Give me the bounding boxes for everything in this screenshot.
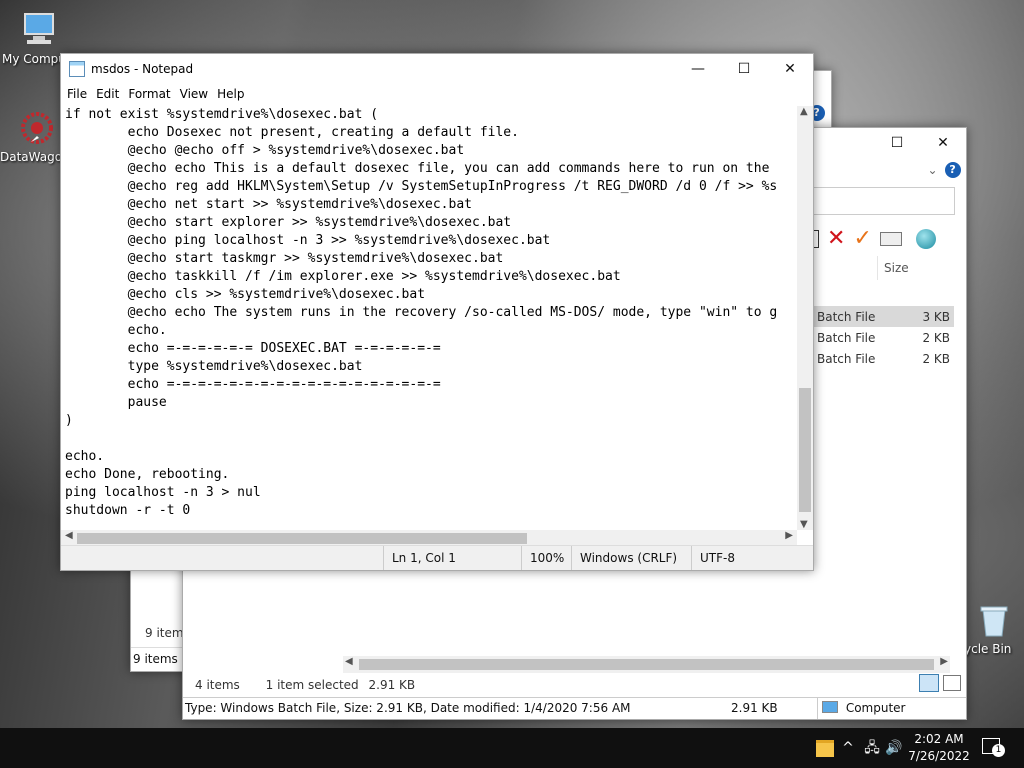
delete-icon[interactable]: ✕	[827, 228, 845, 250]
file-type: Batch File	[817, 330, 876, 345]
maximize-button[interactable]: ☐	[874, 128, 920, 158]
datawagon-icon	[17, 108, 57, 148]
file-size: 2 KB	[922, 330, 950, 345]
close-icon: ✕	[937, 135, 949, 151]
minimize-button[interactable]: —	[675, 54, 721, 84]
chevron-up-icon[interactable]: ^	[838, 738, 858, 758]
minimize-icon: —	[691, 61, 705, 77]
column-header-size[interactable]: Size	[877, 256, 966, 280]
notification-center-button[interactable]: 1	[982, 738, 1005, 758]
network-icon[interactable]: 🖧	[862, 738, 882, 758]
details-location: Computer	[817, 698, 905, 719]
recycle-bin-icon	[973, 600, 1013, 640]
close-icon: ✕	[784, 61, 796, 77]
menu-help[interactable]: Help	[215, 87, 251, 101]
menu-bar: File Edit Format View Help	[61, 84, 813, 104]
editor-content[interactable]: if not exist %systemdrive%\dosexec.bat (…	[61, 106, 797, 520]
close-button[interactable]: ✕	[767, 54, 813, 84]
window-title: msdos - Notepad	[91, 62, 194, 76]
properties-icon[interactable]	[879, 232, 902, 246]
menu-view[interactable]: View	[178, 87, 215, 101]
cursor-position: Ln 1, Col 1	[383, 546, 522, 570]
scroll-right-icon[interactable]: ▶	[940, 656, 948, 667]
scroll-thumb[interactable]	[359, 659, 934, 670]
details-text: Type: Windows Batch File, Size: 2.91 KB,…	[185, 701, 631, 715]
horizontal-scrollbar[interactable]: ◀ ▶	[343, 656, 950, 673]
selection-text: 1 item selected	[265, 678, 359, 692]
file-explorer-taskbar-button[interactable]	[816, 736, 836, 758]
toolbar: ✕ ✓	[809, 226, 963, 252]
details-bar: Type: Windows Batch File, Size: 2.91 KB,…	[183, 697, 966, 719]
volume-icon[interactable]: 🔊	[884, 738, 904, 758]
scroll-thumb[interactable]	[77, 533, 527, 544]
vertical-scrollbar[interactable]: ▲ ▼	[797, 106, 813, 530]
details-size: 2.91 KB	[731, 701, 778, 715]
desktop-icon-label: ycle Bin	[964, 642, 1012, 656]
title-bar[interactable]: msdos - Notepad — ☐ ✕	[61, 54, 813, 84]
selection-size: 2.91 KB	[368, 678, 416, 692]
menu-edit[interactable]: Edit	[94, 87, 126, 101]
scroll-thumb[interactable]	[799, 388, 811, 512]
text-editor[interactable]: if not exist %systemdrive%\dosexec.bat (…	[61, 106, 797, 582]
computer-icon	[822, 701, 838, 713]
maximize-button[interactable]: ☐	[721, 54, 767, 84]
taskbar: ^ 🖧 🔊 2:02 AM 7/26/2022 1	[0, 728, 1024, 768]
file-row[interactable]: Batch File 2 KB	[811, 348, 954, 369]
status-bar: Ln 1, Col 1 100% Windows (CRLF) UTF-8	[61, 545, 813, 570]
file-row[interactable]: Batch File 3 KB	[811, 306, 954, 327]
chevron-down-icon[interactable]: ⌄	[927, 163, 937, 177]
status-bar: 4 items 1 item selected 2.91 KB	[195, 676, 965, 694]
line-ending: Windows (CRLF)	[571, 546, 684, 570]
globe-icon[interactable]	[915, 229, 936, 249]
file-size: 3 KB	[922, 309, 950, 324]
help-icon[interactable]: ?	[944, 162, 961, 178]
maximize-icon: ☐	[737, 61, 751, 77]
clock-time: 2:02 AM	[914, 732, 964, 746]
scroll-up-icon[interactable]: ▲	[800, 106, 808, 117]
notification-badge: 1	[992, 744, 1005, 757]
address-field[interactable]	[811, 187, 955, 215]
item-count: 4 items	[195, 678, 240, 692]
zoom-level: 100%	[521, 546, 568, 570]
desktop-icon-recycle-bin[interactable]: ycle Bin	[962, 600, 1024, 656]
status-text: 9 items (D	[133, 652, 178, 666]
menu-format[interactable]: Format	[126, 87, 177, 101]
clock[interactable]: 2:02 AM 7/26/2022	[906, 731, 972, 765]
column-header-label: Size	[884, 261, 909, 275]
maximize-icon: ☐	[890, 135, 904, 151]
menu-file[interactable]: File	[65, 87, 94, 101]
checkmark-icon[interactable]: ✓	[853, 228, 871, 250]
scroll-left-icon[interactable]: ◀	[345, 656, 353, 667]
scroll-left-icon[interactable]: ◀	[65, 530, 73, 541]
notepad-icon	[69, 61, 85, 77]
folder-icon	[816, 740, 834, 757]
notepad-window[interactable]: msdos - Notepad — ☐ ✕ File Edit Format V…	[60, 53, 814, 571]
encoding: UTF-8	[691, 546, 790, 570]
file-type: Batch File	[817, 309, 876, 324]
status-bar: 9 items (D	[131, 647, 189, 670]
large-icons-view-button[interactable]	[943, 675, 961, 691]
details-view-button[interactable]	[919, 674, 939, 692]
computer-icon	[19, 10, 59, 50]
clock-date: 7/26/2022	[908, 749, 970, 763]
location-label: Computer	[845, 701, 906, 715]
file-type: Batch File	[817, 351, 876, 366]
scroll-right-icon[interactable]: ▶	[785, 530, 793, 541]
close-button[interactable]: ✕	[920, 128, 966, 158]
file-row[interactable]: Batch File 2 KB	[811, 327, 954, 348]
file-size: 2 KB	[922, 351, 950, 366]
scroll-down-icon[interactable]: ▼	[800, 519, 808, 530]
